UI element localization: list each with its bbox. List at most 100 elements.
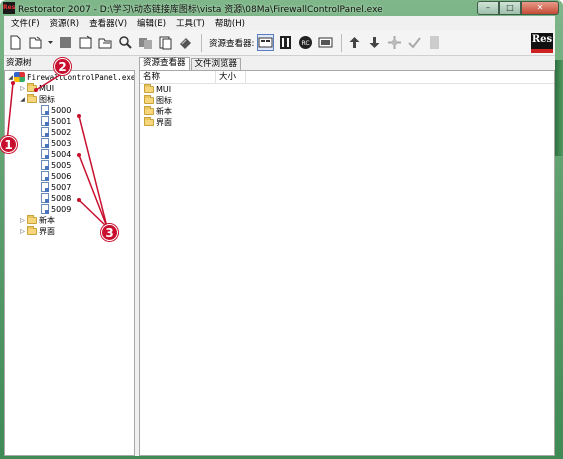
menu-viewer[interactable]: 查看器(V) (84, 17, 132, 29)
tree-node-text[interactable]: ▷ 新本 (19, 214, 55, 225)
tree-leaf-label: 5009 (51, 204, 72, 214)
list-item[interactable]: 界面 (140, 117, 554, 128)
tree-node-icons[interactable]: ◢ 图标 (19, 93, 55, 104)
menu-file[interactable]: 文件(F) (6, 17, 45, 29)
annotation-badge-1: 1 (0, 136, 17, 153)
folder-icon (144, 95, 154, 104)
tree-root-label: FirewallControlPanel.exe (27, 72, 135, 82)
tree-leaf-5004[interactable]: 5004 (41, 149, 71, 159)
open-icon[interactable] (27, 34, 44, 51)
save-icon[interactable] (57, 34, 74, 51)
annotation-badge-3: 3 (101, 224, 118, 241)
tab-resource-viewer[interactable]: 资源查看器 (139, 57, 190, 70)
new-file-icon[interactable] (7, 34, 24, 51)
tree-leaf-5007[interactable]: 5007 (41, 182, 71, 192)
collapse-arrow-icon[interactable]: ◢ (19, 96, 26, 103)
move-up-icon[interactable] (346, 34, 363, 51)
resource-tree[interactable]: ◢ FirewallControlPanel.exe ▷ MUI ◢ 图标 50… (4, 70, 135, 456)
app-icon[interactable]: Res (3, 2, 15, 14)
copy-icon[interactable] (137, 34, 154, 51)
tree-leaf-label: 5000 (51, 105, 72, 115)
toolbar-separator (341, 33, 343, 52)
tree-leaf-5003[interactable]: 5003 (41, 138, 71, 148)
tree-leaf-5009[interactable]: 5009 (41, 204, 71, 214)
annotation-dot (77, 114, 81, 118)
move-down-icon[interactable] (366, 34, 383, 51)
list-item-label: MUI (156, 85, 172, 94)
open-folder-icon[interactable] (97, 34, 114, 51)
icon-resource-icon (41, 127, 49, 137)
tree-leaf-label: 5005 (51, 160, 72, 170)
menu-resource[interactable]: 资源(R) (45, 17, 85, 29)
viewer-mode-icon[interactable] (257, 34, 275, 51)
list-item-label: 新本 (156, 107, 172, 116)
document-icon[interactable] (426, 34, 443, 51)
tree-leaf-label: 5002 (51, 127, 72, 137)
exe-file-icon (14, 72, 25, 82)
list-item-label: 图标 (156, 96, 172, 105)
window-title: Restorator 2007 - D:\学习\动态链接库图标\vista 资源… (18, 4, 383, 15)
tree-leaf-5001[interactable]: 5001 (41, 116, 71, 126)
list-item[interactable]: MUI (140, 84, 554, 95)
tree-leaf-5006[interactable]: 5006 (41, 171, 71, 181)
icon-resource-icon (41, 105, 49, 115)
tree-leaf-label: 5007 (51, 182, 72, 192)
icon-resource-icon (41, 116, 49, 126)
tree-node-ui[interactable]: ▷ 界面 (19, 225, 55, 236)
binary-view-icon[interactable] (317, 34, 334, 51)
annotation-dot (77, 198, 81, 202)
folder-icon (27, 93, 37, 103)
tree-leaf-5008[interactable]: 5008 (41, 193, 71, 203)
column-header-size[interactable]: 大小 (216, 71, 246, 83)
expand-arrow-icon[interactable]: ▷ (19, 85, 26, 92)
icon-resource-icon (41, 171, 49, 181)
dropdown-arrow-icon[interactable] (47, 34, 54, 51)
annotation-dot (77, 153, 81, 157)
tab-file-browser[interactable]: 文件浏览器 (190, 58, 242, 70)
collapse-arrow-icon[interactable]: ◢ (7, 74, 14, 81)
resource-list[interactable]: 名称 大小 MUI 图标 新本 界面 (139, 70, 555, 456)
book-icon[interactable] (177, 34, 194, 51)
menu-help[interactable]: 帮助(H) (210, 17, 250, 29)
icon-resource-icon (41, 149, 49, 159)
tree-node-label: 界面 (39, 226, 55, 236)
navigate-icon[interactable] (386, 34, 403, 51)
folder-icon (27, 225, 37, 235)
hex-view-icon[interactable] (277, 34, 294, 51)
annotation-dot (34, 88, 38, 92)
folder-icon (27, 214, 37, 224)
tree-leaf-5000[interactable]: 5000 (41, 105, 71, 115)
tree-leaf-label: 5004 (51, 149, 72, 159)
expand-arrow-icon[interactable]: ▷ (19, 228, 26, 235)
minimize-button[interactable]: – (477, 1, 499, 15)
column-header-name[interactable]: 名称 (140, 71, 216, 83)
menu-tools[interactable]: 工具(T) (171, 17, 210, 29)
close-button[interactable]: ✕ (521, 1, 559, 15)
list-item[interactable]: 图标 (140, 95, 554, 106)
viewer-label: 资源查看器: (209, 38, 255, 49)
menu-edit[interactable]: 编辑(E) (132, 17, 171, 29)
resource-viewer-pane: 资源查看器 文件浏览器 名称 大小 MUI 图标 新本 界面 (139, 57, 555, 456)
save-as-icon[interactable] (77, 34, 94, 51)
maximize-button[interactable]: □ (499, 1, 521, 15)
background-edge (555, 60, 563, 156)
tree-root[interactable]: ◢ FirewallControlPanel.exe (7, 72, 135, 82)
toolbar: 资源查看器: RC Res (4, 30, 555, 56)
svg-text:RC: RC (302, 40, 310, 47)
export-icon[interactable] (157, 34, 174, 51)
tree-node-label: MUI (39, 83, 55, 93)
icon-resource-icon (41, 193, 49, 203)
application-window: Res Restorator 2007 - D:\学习\动态链接库图标\vist… (0, 0, 563, 459)
check-icon[interactable] (406, 34, 423, 51)
search-icon[interactable] (117, 34, 134, 51)
restorator-logo: Res (531, 32, 553, 53)
expand-arrow-icon[interactable]: ▷ (19, 217, 26, 224)
list-item[interactable]: 新本 (140, 106, 554, 117)
annotation-badge-2: 2 (54, 58, 71, 75)
title-bar[interactable]: Res Restorator 2007 - D:\学习\动态链接库图标\vist… (0, 0, 563, 16)
annotation-dot (11, 81, 15, 85)
tree-leaf-5005[interactable]: 5005 (41, 160, 71, 170)
rc-view-icon[interactable]: RC (297, 34, 314, 51)
tree-leaf-label: 5008 (51, 193, 72, 203)
tree-leaf-5002[interactable]: 5002 (41, 127, 71, 137)
